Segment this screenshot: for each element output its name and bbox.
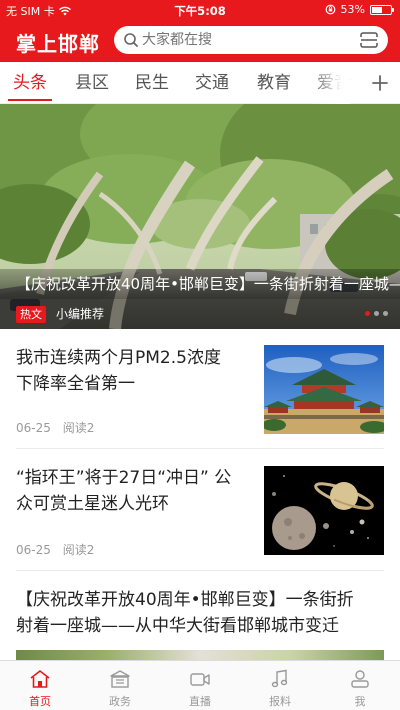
banner-caption: 【庆祝改革开放40周年•邯郸巨变】一条街折射着一座城——从中华大街看邯郸城市变迁	[0, 269, 400, 299]
news-item[interactable]: 我市连续两个月PM2.5浓度 下降率全省第一 06-25 阅读2	[0, 329, 400, 448]
news-title-line: 射着一座城——从中华大街看邯郸城市变迁	[16, 616, 339, 636]
battery-icon	[370, 4, 394, 15]
tab-label: 民生	[135, 73, 169, 93]
tab-headlines[interactable]: 头条	[6, 62, 54, 104]
search-input[interactable]	[142, 26, 342, 54]
channel-tabs: 头条 县区 民生 交通 教育 爱音	[0, 62, 400, 104]
status-bar: 无 SIM 卡 下午5:08 53%	[0, 0, 400, 20]
person-icon	[351, 670, 369, 688]
tab-fade-overlay	[310, 62, 350, 104]
news-reads: 阅读2	[62, 543, 95, 557]
tab-label: 交通	[195, 73, 229, 93]
page-dot	[383, 311, 388, 316]
tab-me[interactable]: 我	[320, 661, 400, 710]
news-title-line: 众可赏土星迷人光环	[16, 494, 169, 514]
hot-badge: 热文	[16, 306, 46, 323]
tab-label: 县区	[75, 73, 109, 93]
banner-source: 小编推荐	[56, 307, 105, 321]
plus-icon[interactable]	[370, 73, 390, 93]
tab-label: 报料	[269, 695, 291, 708]
tab-traffic[interactable]: 交通	[188, 62, 236, 104]
news-item[interactable]: 【庆祝改革开放40周年•邯郸巨变】一条街折 射着一座城——从中华大街看邯郸城市变…	[0, 571, 400, 660]
news-item[interactable]: “指环王”将于27日“冲日” 公 众可赏土星迷人光环 06-25 阅读2	[0, 449, 400, 569]
tab-label: 我	[354, 695, 366, 708]
search-bar[interactable]	[114, 26, 388, 54]
news-title-line: 我市连续两个月PM2.5浓度	[16, 348, 221, 368]
active-tab-underline	[8, 99, 52, 101]
news-title: 【庆祝改革开放40周年•邯郸巨变】一条街折 射着一座城——从中华大街看邯郸城市变…	[16, 587, 354, 639]
orientation-lock-icon	[325, 4, 335, 15]
news-meta: 06-25 阅读2	[16, 419, 94, 436]
news-title: 我市连续两个月PM2.5浓度 下降率全省第一	[16, 345, 221, 397]
palace-building-image	[264, 345, 384, 434]
news-image-preview	[16, 650, 384, 660]
tab-live[interactable]: 直播	[160, 661, 240, 710]
app-header: 无 SIM 卡 下午5:08 53% 掌上邯郸	[0, 0, 400, 62]
page-dot	[374, 311, 379, 316]
tab-label: 首页	[29, 695, 51, 708]
page-dot	[365, 311, 370, 316]
tab-label: 政务	[109, 695, 131, 708]
saturn-planet-image	[264, 466, 384, 555]
hero-banner[interactable]: 【庆祝改革开放40周年•邯郸巨变】一条街折射着一座城——从中华大街看邯郸城市变迁…	[0, 104, 400, 329]
tab-home[interactable]: 首页	[0, 661, 80, 710]
search-icon	[124, 33, 138, 47]
scan-icon[interactable]	[360, 32, 378, 48]
news-title-line: “指环王”将于27日“冲日” 公	[16, 468, 232, 488]
government-building-icon	[110, 670, 130, 688]
news-meta: 06-25 阅读2	[16, 541, 94, 558]
tab-label: 教育	[257, 73, 291, 93]
tab-report[interactable]: 报料	[240, 661, 320, 710]
tab-counties[interactable]: 县区	[68, 62, 116, 104]
bottom-tab-bar: 首页 政务 直播 报料 我	[0, 660, 400, 710]
battery-percent: 53%	[340, 3, 365, 16]
banner-meta: 热文 小编推荐	[0, 299, 400, 329]
tab-label: 头条	[13, 73, 47, 93]
music-note-icon	[271, 669, 288, 688]
tab-government[interactable]: 政务	[80, 661, 160, 710]
banner-page-indicator	[365, 311, 388, 316]
news-date: 06-25	[16, 543, 51, 557]
news-reads: 阅读2	[62, 421, 95, 435]
news-title-line: 【庆祝改革开放40周年•邯郸巨变】一条街折	[16, 590, 354, 610]
home-icon	[30, 670, 50, 688]
news-date: 06-25	[16, 421, 51, 435]
tab-livelihood[interactable]: 民生	[128, 62, 176, 104]
app-title: 掌上邯郸	[16, 32, 100, 56]
tab-label: 直播	[189, 695, 211, 708]
tab-education[interactable]: 教育	[250, 62, 298, 104]
news-title: “指环王”将于27日“冲日” 公 众可赏土星迷人光环	[16, 465, 231, 517]
video-camera-icon	[190, 673, 210, 686]
news-title-line: 下降率全省第一	[16, 374, 135, 394]
